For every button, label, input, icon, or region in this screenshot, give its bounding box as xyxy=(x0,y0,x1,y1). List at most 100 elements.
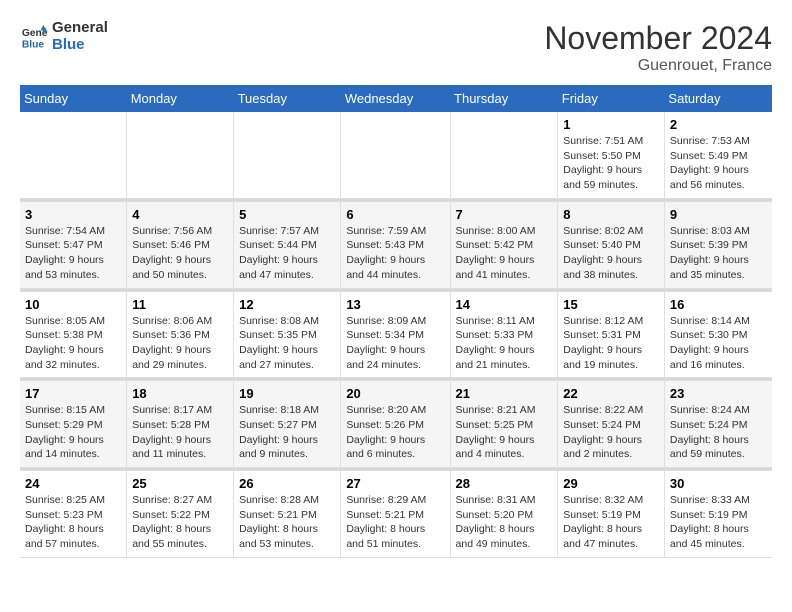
day-info: Sunrise: 8:00 AMSunset: 5:42 PMDaylight:… xyxy=(456,224,553,283)
day-number: 10 xyxy=(25,297,121,312)
calendar-cell: 30 Sunrise: 8:33 AMSunset: 5:19 PMDayligh… xyxy=(664,471,772,558)
calendar-cell: 18Sunrise: 8:17 AMSunset: 5:28 PMDayligh… xyxy=(127,381,234,468)
calendar-cell: 4Sunrise: 7:56 AMSunset: 5:46 PMDaylight… xyxy=(127,201,234,288)
day-info: Sunrise: 8:14 AMSunset: 5:30 PMDaylight:… xyxy=(670,314,767,373)
day-info: Sunrise: 8:25 AMSunset: 5:23 PMDaylight:… xyxy=(25,493,121,552)
day-number: 16 xyxy=(670,297,767,312)
calendar-cell: 29Sunrise: 8:32 AMSunset: 5:19 PMDayligh… xyxy=(558,471,665,558)
day-info: Sunrise: 8:15 AMSunset: 5:29 PMDaylight:… xyxy=(25,403,121,462)
day-number: 9 xyxy=(670,207,767,222)
header: General Blue General Blue November 2024 … xyxy=(20,20,772,75)
day-info: Sunrise: 7:56 AMSunset: 5:46 PMDaylight:… xyxy=(132,224,228,283)
day-info: Sunrise: 8:20 AMSunset: 5:26 PMDaylight:… xyxy=(346,403,444,462)
day-info: Sunrise: 7:53 AMSunset: 5:49 PMDaylight:… xyxy=(670,134,767,193)
calendar-week-row: 3Sunrise: 7:54 AMSunset: 5:47 PMDaylight… xyxy=(20,201,772,288)
calendar-cell xyxy=(20,112,127,198)
day-info: Sunrise: 8:09 AMSunset: 5:34 PMDaylight:… xyxy=(346,314,444,373)
day-number: 1 xyxy=(563,117,659,132)
calendar-cell: 24 Sunrise: 8:25 AMSunset: 5:23 PMDayligh… xyxy=(20,471,127,558)
weekday-header-sunday: Sunday xyxy=(20,85,127,112)
calendar-cell xyxy=(127,112,234,198)
weekday-header-wednesday: Wednesday xyxy=(341,85,450,112)
day-info: Sunrise: 7:59 AMSunset: 5:43 PMDaylight:… xyxy=(346,224,444,283)
day-info: Sunrise: 8:18 AMSunset: 5:27 PMDaylight:… xyxy=(239,403,335,462)
calendar-cell: 12Sunrise: 8:08 AMSunset: 5:35 PMDayligh… xyxy=(234,291,341,378)
calendar-cell: 2Sunrise: 7:53 AMSunset: 5:49 PMDaylight… xyxy=(664,112,772,198)
calendar-cell: 26Sunrise: 8:28 AMSunset: 5:21 PMDayligh… xyxy=(234,471,341,558)
calendar-cell xyxy=(341,112,450,198)
calendar-week-row: 24 Sunrise: 8:25 AMSunset: 5:23 PMDayligh… xyxy=(20,471,772,558)
weekday-header-friday: Friday xyxy=(558,85,665,112)
calendar-cell: 22Sunrise: 8:22 AMSunset: 5:24 PMDayligh… xyxy=(558,381,665,468)
day-number: 11 xyxy=(132,297,228,312)
day-number: 7 xyxy=(456,207,553,222)
calendar-cell: 13 Sunrise: 8:09 AMSunset: 5:34 PMDayligh… xyxy=(341,291,450,378)
day-info: Sunrise: 8:11 AMSunset: 5:33 PMDaylight:… xyxy=(456,314,553,373)
day-info: Sunrise: 8:17 AMSunset: 5:28 PMDaylight:… xyxy=(132,403,228,462)
calendar-cell: 27Sunrise: 8:29 AMSunset: 5:21 PMDayligh… xyxy=(341,471,450,558)
weekday-header-saturday: Saturday xyxy=(664,85,772,112)
logo-general: General xyxy=(52,20,108,37)
day-number: 13 xyxy=(346,297,444,312)
logo: General Blue General Blue xyxy=(20,20,108,53)
calendar-cell: 6 Sunrise: 7:59 AMSunset: 5:43 PMDaylight… xyxy=(341,201,450,288)
day-number: 14 xyxy=(456,297,553,312)
calendar-table: SundayMondayTuesdayWednesdayThursdayFrid… xyxy=(20,85,772,558)
day-info: Sunrise: 8:03 AMSunset: 5:39 PMDaylight:… xyxy=(670,224,767,283)
day-info: Sunrise: 8:05 AMSunset: 5:38 PMDaylight:… xyxy=(25,314,121,373)
day-number: 24 xyxy=(25,476,121,491)
day-number: 23 xyxy=(670,386,767,401)
calendar-cell: 17 Sunrise: 8:15 AMSunset: 5:29 PMDayligh… xyxy=(20,381,127,468)
logo-icon: General Blue xyxy=(20,23,48,51)
day-number: 17 xyxy=(25,386,121,401)
day-number: 19 xyxy=(239,386,335,401)
calendar-cell: 19 Sunrise: 8:18 AMSunset: 5:27 PMDayligh… xyxy=(234,381,341,468)
calendar-cell: 15 Sunrise: 8:12 AMSunset: 5:31 PMDayligh… xyxy=(558,291,665,378)
calendar-cell: 3Sunrise: 7:54 AMSunset: 5:47 PMDaylight… xyxy=(20,201,127,288)
calendar-cell: 25 Sunrise: 8:27 AMSunset: 5:22 PMDayligh… xyxy=(127,471,234,558)
day-number: 21 xyxy=(456,386,553,401)
day-info: Sunrise: 8:33 AMSunset: 5:19 PMDaylight:… xyxy=(670,493,767,552)
calendar-week-row: 1 Sunrise: 7:51 AMSunset: 5:50 PMDaylight… xyxy=(20,112,772,198)
logo-blue: Blue xyxy=(52,37,108,54)
calendar-cell: 11 Sunrise: 8:06 AMSunset: 5:36 PMDayligh… xyxy=(127,291,234,378)
weekday-header-thursday: Thursday xyxy=(450,85,558,112)
day-info: Sunrise: 8:08 AMSunset: 5:35 PMDaylight:… xyxy=(239,314,335,373)
day-info: Sunrise: 8:06 AMSunset: 5:36 PMDaylight:… xyxy=(132,314,228,373)
day-info: Sunrise: 8:24 AMSunset: 5:24 PMDaylight:… xyxy=(670,403,767,462)
weekday-header-tuesday: Tuesday xyxy=(234,85,341,112)
day-number: 28 xyxy=(456,476,553,491)
calendar-cell: 7 Sunrise: 8:00 AMSunset: 5:42 PMDaylight… xyxy=(450,201,558,288)
day-info: Sunrise: 7:57 AMSunset: 5:44 PMDaylight:… xyxy=(239,224,335,283)
day-info: Sunrise: 7:51 AMSunset: 5:50 PMDaylight:… xyxy=(563,134,659,193)
day-number: 30 xyxy=(670,476,767,491)
day-number: 3 xyxy=(25,207,121,222)
day-info: Sunrise: 8:27 AMSunset: 5:22 PMDaylight:… xyxy=(132,493,228,552)
month-title: November 2024 xyxy=(544,20,772,57)
day-info: Sunrise: 8:29 AMSunset: 5:21 PMDaylight:… xyxy=(346,493,444,552)
calendar-week-row: 17 Sunrise: 8:15 AMSunset: 5:29 PMDayligh… xyxy=(20,381,772,468)
title-area: November 2024 Guenrouet, France xyxy=(544,20,772,75)
day-info: Sunrise: 8:12 AMSunset: 5:31 PMDaylight:… xyxy=(563,314,659,373)
calendar-cell: 10 Sunrise: 8:05 AMSunset: 5:38 PMDayligh… xyxy=(20,291,127,378)
calendar-cell xyxy=(450,112,558,198)
weekday-header-monday: Monday xyxy=(127,85,234,112)
calendar-cell: 16 Sunrise: 8:14 AMSunset: 5:30 PMDayligh… xyxy=(664,291,772,378)
calendar-week-row: 10 Sunrise: 8:05 AMSunset: 5:38 PMDayligh… xyxy=(20,291,772,378)
day-info: Sunrise: 8:32 AMSunset: 5:19 PMDaylight:… xyxy=(563,493,659,552)
weekday-header-row: SundayMondayTuesdayWednesdayThursdayFrid… xyxy=(20,85,772,112)
day-info: Sunrise: 8:22 AMSunset: 5:24 PMDaylight:… xyxy=(563,403,659,462)
day-number: 15 xyxy=(563,297,659,312)
calendar-cell: 8Sunrise: 8:02 AMSunset: 5:40 PMDaylight… xyxy=(558,201,665,288)
day-info: Sunrise: 8:28 AMSunset: 5:21 PMDaylight:… xyxy=(239,493,335,552)
day-info: Sunrise: 8:21 AMSunset: 5:25 PMDaylight:… xyxy=(456,403,553,462)
day-number: 25 xyxy=(132,476,228,491)
svg-text:Blue: Blue xyxy=(22,39,45,50)
location: Guenrouet, France xyxy=(544,57,772,75)
calendar-cell: 1 Sunrise: 7:51 AMSunset: 5:50 PMDaylight… xyxy=(558,112,665,198)
day-info: Sunrise: 8:31 AMSunset: 5:20 PMDaylight:… xyxy=(456,493,553,552)
day-number: 6 xyxy=(346,207,444,222)
calendar-cell: 9 Sunrise: 8:03 AMSunset: 5:39 PMDaylight… xyxy=(664,201,772,288)
day-info: Sunrise: 8:02 AMSunset: 5:40 PMDaylight:… xyxy=(563,224,659,283)
day-number: 20 xyxy=(346,386,444,401)
